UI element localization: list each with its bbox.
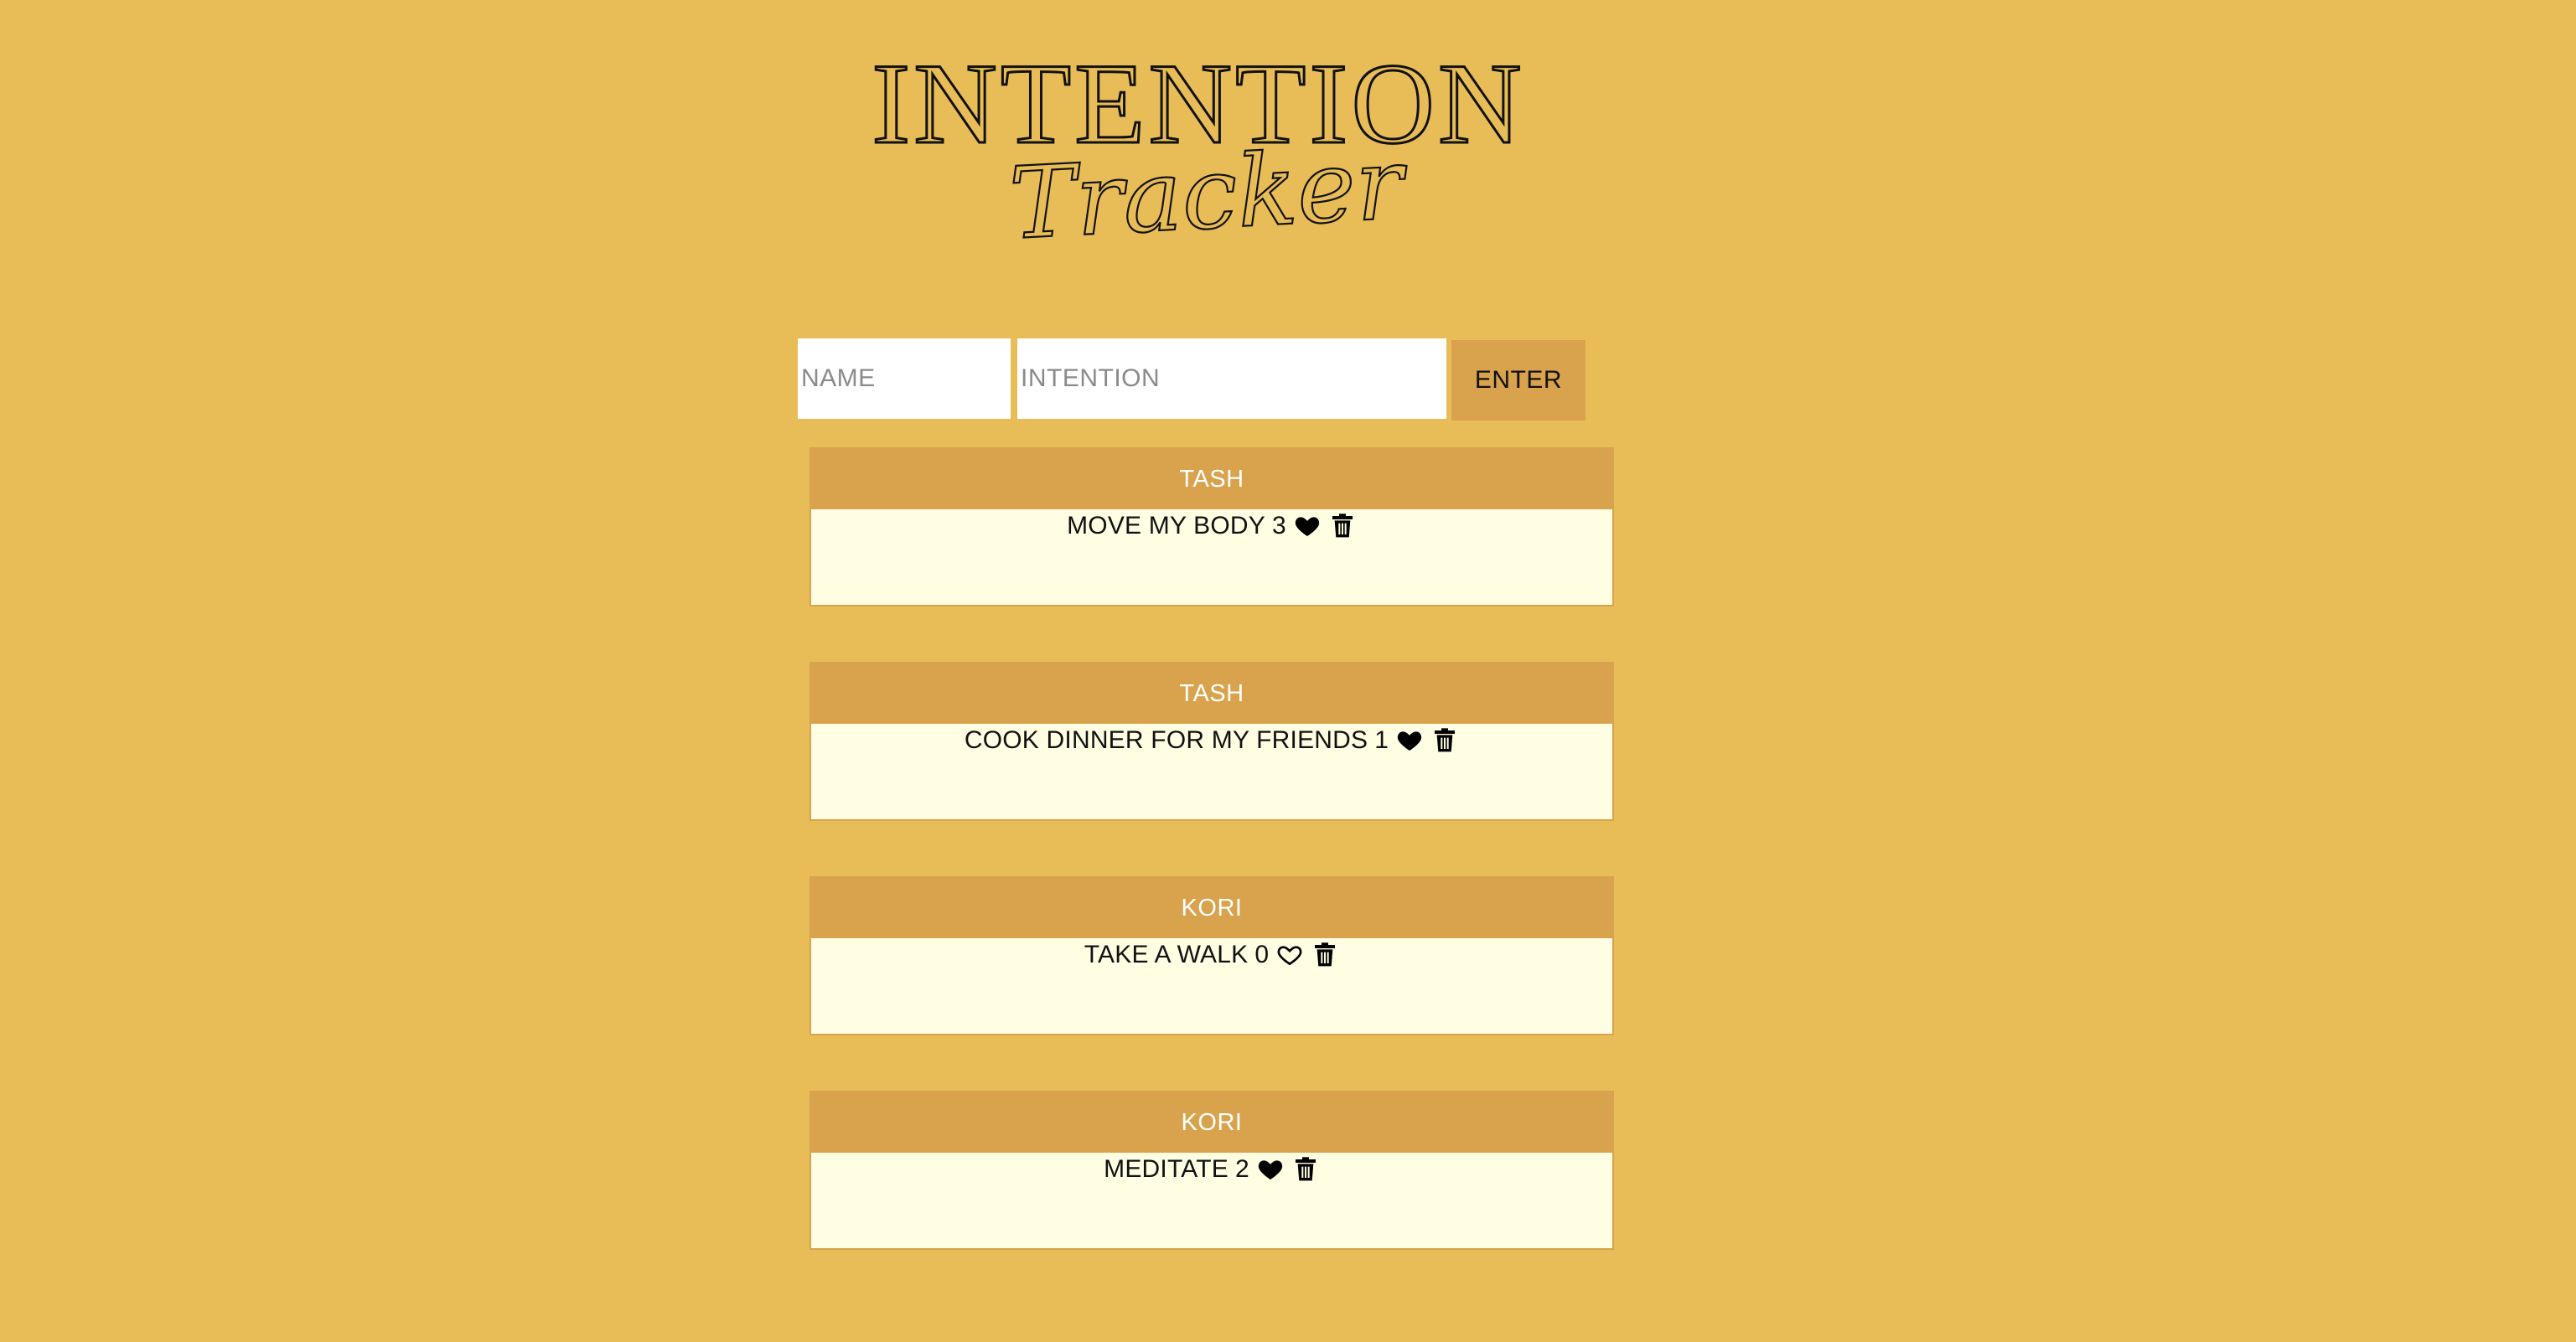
name-input[interactable] [798, 338, 1011, 419]
logo-subtitle: Tracker [1007, 125, 1411, 261]
like-count: 1 [1374, 726, 1389, 754]
intention-card: TASH COOK DINNER FOR MY FRIENDS 1 [810, 662, 1614, 821]
intention-line: MEDITATE 2 [1104, 1154, 1320, 1185]
card-name: TASH [811, 449, 1612, 509]
intention-card: TASH MOVE MY BODY 3 [810, 447, 1614, 606]
intention-line: MOVE MY BODY 3 [1067, 511, 1357, 541]
intention-card: KORI TAKE A WALK 0 [810, 876, 1614, 1035]
card-body: MOVE MY BODY 3 [811, 509, 1612, 605]
card-name: TASH [811, 663, 1612, 724]
heart-icon[interactable] [1395, 726, 1424, 755]
trash-icon[interactable] [1430, 726, 1459, 755]
card-body: TAKE A WALK 0 [811, 938, 1612, 1034]
card-name: KORI [811, 878, 1612, 938]
enter-button[interactable]: ENTER [1451, 340, 1585, 421]
trash-icon[interactable] [1328, 512, 1357, 540]
intention-text: TAKE A WALK [1084, 941, 1249, 968]
card-name: KORI [811, 1092, 1612, 1153]
trash-icon[interactable] [1291, 1155, 1320, 1184]
trash-icon[interactable] [1311, 941, 1339, 969]
heart-outline-icon[interactable] [1275, 941, 1304, 969]
intention-card: KORI MEDITATE 2 [810, 1091, 1614, 1250]
like-count: 0 [1254, 941, 1270, 968]
intention-text: COOK DINNER FOR MY FRIENDS [964, 726, 1368, 754]
intention-text: MOVE MY BODY [1067, 512, 1265, 539]
heart-icon[interactable] [1293, 512, 1322, 540]
intention-line: TAKE A WALK 0 [1084, 940, 1340, 970]
intention-list: TASH MOVE MY BODY 3 TASH COOK DINNER FOR… [810, 447, 1614, 1305]
intention-text: MEDITATE [1104, 1155, 1229, 1183]
intention-input[interactable] [1017, 338, 1446, 419]
like-count: 2 [1234, 1155, 1249, 1183]
card-body: MEDITATE 2 [811, 1153, 1612, 1248]
like-count: 3 [1272, 512, 1286, 539]
app-logo: INTENTION Tracker [872, 34, 1525, 268]
card-body: COOK DINNER FOR MY FRIENDS 1 [811, 724, 1612, 819]
heart-icon[interactable] [1256, 1155, 1285, 1184]
intention-line: COOK DINNER FOR MY FRIENDS 1 [965, 725, 1459, 756]
